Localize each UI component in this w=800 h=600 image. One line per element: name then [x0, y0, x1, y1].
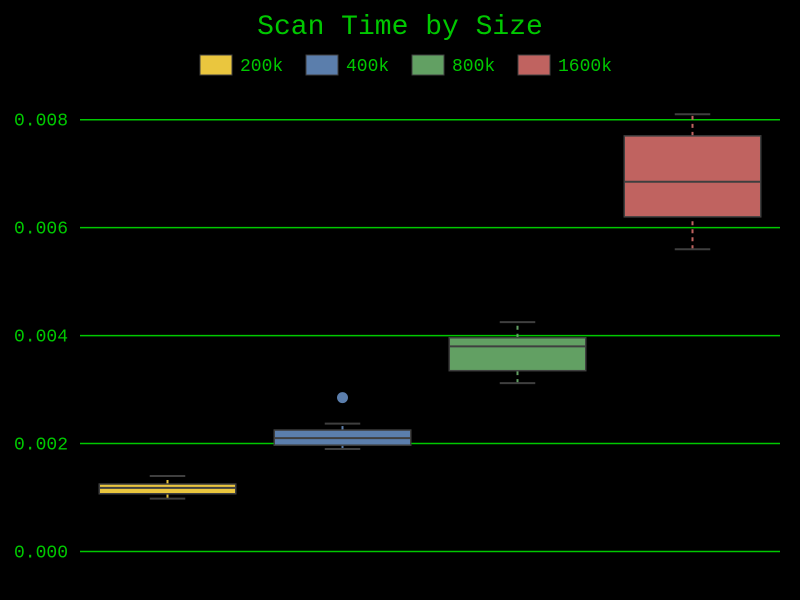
legend-label-1600k: 1600k	[558, 57, 612, 77]
box	[99, 484, 236, 494]
legend-item-200k: 200k	[200, 55, 283, 77]
legend-swatch-400k	[306, 55, 338, 75]
box	[449, 338, 586, 371]
boxplot-200k	[99, 476, 236, 499]
legend-swatch-1600k	[518, 55, 550, 75]
boxplot-groups	[99, 114, 761, 498]
chart-title: Scan Time by Size	[257, 12, 543, 43]
legend-item-800k: 800k	[412, 55, 495, 77]
legend-item-1600k: 1600k	[518, 55, 612, 77]
y-tick-label: 0.008	[14, 112, 68, 132]
y-tick-label: 0.002	[14, 436, 68, 456]
legend-label-200k: 200k	[240, 57, 283, 77]
boxplot-1600k	[624, 114, 761, 249]
y-tick-label: 0.000	[14, 544, 68, 564]
boxplot-chart: Scan Time by Size 200k 400k 800k 1600k 0…	[0, 0, 800, 600]
legend-swatch-200k	[200, 55, 232, 75]
legend: 200k 400k 800k 1600k	[200, 55, 612, 77]
y-tick-label: 0.006	[14, 220, 68, 240]
legend-item-400k: 400k	[306, 55, 389, 77]
legend-swatch-800k	[412, 55, 444, 75]
outlier-point	[337, 392, 348, 403]
box	[624, 136, 761, 217]
boxplot-400k	[274, 392, 411, 449]
legend-label-400k: 400k	[346, 57, 389, 77]
legend-label-800k: 800k	[452, 57, 495, 77]
y-tick-label: 0.004	[14, 328, 68, 348]
boxplot-800k	[449, 322, 586, 383]
